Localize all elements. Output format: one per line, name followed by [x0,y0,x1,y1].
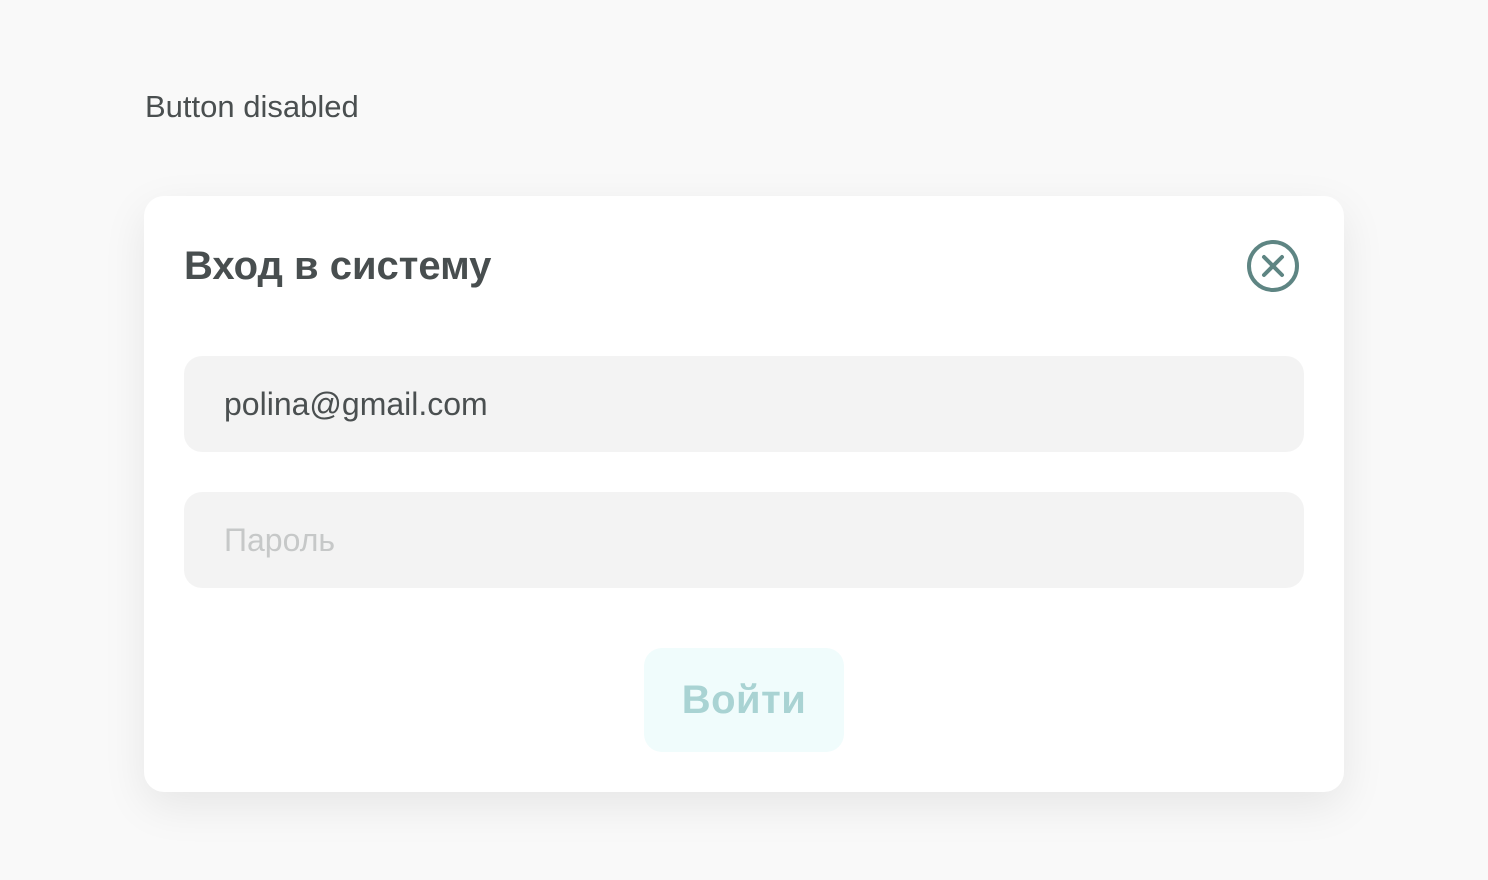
modal-title: Вход в систему [184,244,492,288]
login-modal: Вход в систему Войти [144,196,1344,792]
close-circle-icon [1247,240,1299,292]
email-input[interactable] [224,385,1264,423]
page-caption: Button disabled [145,89,359,124]
login-button[interactable]: Войти [644,648,844,752]
page: Button disabled Вход в систему Войти [0,0,1488,880]
password-input[interactable] [224,521,1264,559]
password-field [184,492,1304,588]
email-field [184,356,1304,452]
close-button[interactable] [1246,239,1300,293]
